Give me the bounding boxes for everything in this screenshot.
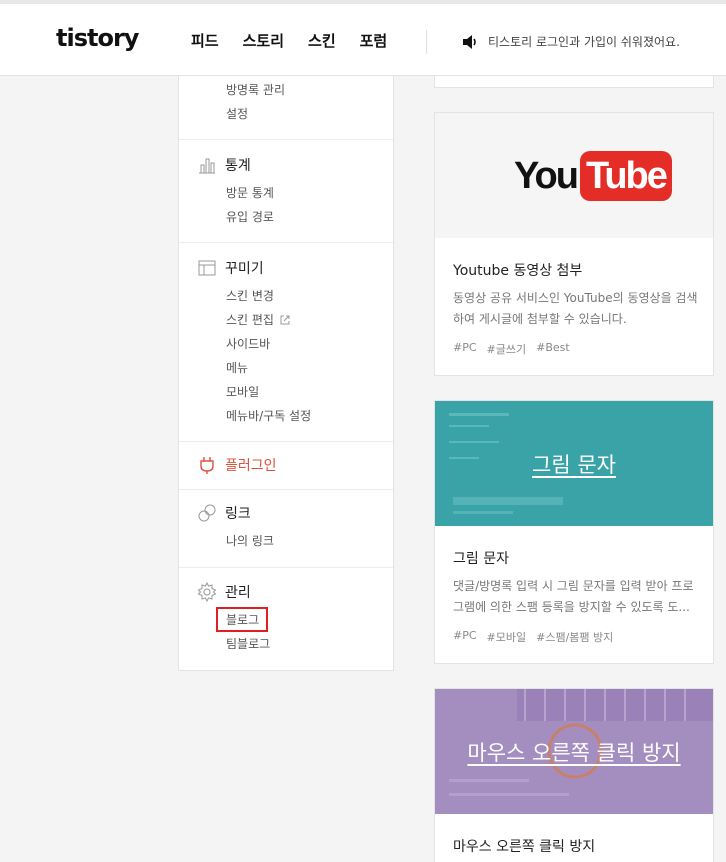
card-description: 댓글/방명록 입력 시 그림 문자를 입력 받아 프로그램에 의한 스팸 등록을…	[453, 579, 694, 614]
card-title: 그림 문자	[453, 551, 509, 567]
sidebar-item-guestbook[interactable]: 방명록 관리	[226, 81, 285, 98]
sidebar-head-decorate[interactable]: 꾸미기	[197, 258, 264, 278]
nav-skin[interactable]: 스킨	[308, 30, 336, 51]
card-title: 마우스 오른쪽 클릭 방지	[453, 839, 596, 855]
sidebar-section-stats: 통계 방문 통계 유입 경로	[179, 140, 393, 243]
selected-item-highlight	[216, 607, 268, 632]
youtube-thumbnail: You Tube	[435, 113, 713, 238]
plugin-card-partial[interactable]	[434, 76, 714, 88]
nav-story[interactable]: 스토리	[243, 30, 284, 51]
sidebar-head-plugin[interactable]: 플러그인	[197, 455, 277, 475]
sidebar-section-top: 방명록 관리 설정	[179, 76, 393, 140]
sidebar-item-mobile[interactable]: 모바일	[226, 383, 259, 400]
external-link-icon	[280, 315, 290, 324]
header-divider	[426, 30, 427, 54]
tag: #PC	[453, 629, 477, 642]
nav-feed[interactable]: 피드	[191, 30, 219, 51]
tistory-logo[interactable]: tistory	[56, 24, 139, 52]
sidebar-item-menu[interactable]: 메뉴	[226, 359, 248, 376]
gear-icon	[197, 582, 217, 602]
link-icon	[198, 504, 216, 522]
plugin-card-youtube[interactable]: You Tube Youtube 동영상 첨부 동영상 공유 서비스인 YouT…	[434, 112, 714, 376]
sidebar-head-link[interactable]: 링크	[197, 503, 251, 523]
card-title: Youtube 동영상 첨부	[453, 263, 583, 279]
sidebar-title-manage: 관리	[225, 585, 251, 601]
skin-edit-label: 스킨 편집	[226, 313, 274, 327]
sidebar-item-sidebar[interactable]: 사이드바	[226, 335, 270, 352]
sidebar-item-team-blog[interactable]: 팀블로그	[226, 635, 270, 652]
top-header: tistory 피드 스토리 스킨 포럼 티스토리 로그인과 가입이 쉬워졌어요…	[0, 0, 726, 76]
tag: #스팸/봄팸 방지	[536, 631, 614, 644]
sidebar-title-link: 링크	[225, 506, 251, 522]
sidebar-item-menubar[interactable]: 메뉴바/구독 설정	[226, 407, 311, 424]
youtube-tube: Tube	[579, 151, 672, 201]
nav-forum[interactable]: 포럼	[360, 30, 388, 51]
youtube-logo: You Tube	[514, 151, 672, 201]
sidebar-section-decorate: 꾸미기 스킨 변경 스킨 편집 사이드바 메뉴 모바일 메뉴바/구독 설정	[179, 243, 393, 442]
sidebar-title-plugin: 플러그인	[225, 458, 277, 474]
rightclick-thumb-text: 마우스 오른쪽 클릭 방지	[467, 740, 681, 765]
sidebar-item-settings[interactable]: 설정	[226, 105, 248, 122]
card-tags: #PC #모바일 #스팸/봄팸 방지	[453, 629, 613, 645]
tag: #모바일	[486, 631, 527, 644]
sidebar-section-manage: 관리 블로그 팀블로그	[179, 568, 393, 670]
sidebar-section-link: 링크 나의 링크	[179, 490, 393, 568]
plugin-card-rightclick[interactable]: 마우스 오른쪽 클릭 방지 마우스 오른쪽 클릭 방지	[434, 688, 714, 862]
sidebar-title-stats: 통계	[225, 158, 251, 174]
tag: #PC	[453, 341, 477, 354]
sidebar-title-decorate: 꾸미기	[225, 261, 264, 277]
main-nav: 피드 스토리 스킨 포럼	[191, 30, 411, 51]
admin-sidebar: 방명록 관리 설정 통계 방문 통계 유입 경로 꾸미기 스킨 변경 스킨 편집	[178, 76, 394, 671]
card-description: 동영상 공유 서비스인 YouTube의 동영상을 검색하여 게시글에 첨부할 …	[453, 291, 698, 326]
card-tags: #PC #글쓰기 #Best	[453, 341, 570, 357]
sidebar-head-stats[interactable]: 통계	[197, 155, 251, 175]
captcha-thumb-text: 그림 문자	[532, 452, 616, 477]
plug-icon	[200, 457, 214, 474]
tag: #글쓰기	[486, 343, 527, 356]
speaker-icon	[463, 34, 476, 49]
sidebar-head-manage[interactable]: 관리	[197, 582, 251, 602]
rightclick-thumbnail: 마우스 오른쪽 클릭 방지	[435, 689, 713, 814]
sidebar-item-referrer[interactable]: 유입 경로	[226, 208, 274, 225]
layout-icon	[198, 260, 216, 276]
sidebar-section-plugin: 플러그인	[179, 442, 393, 490]
notice-text: 티스토리 로그인과 가입이 쉬워졌어요.	[488, 35, 680, 49]
youtube-you: You	[514, 154, 579, 197]
sidebar-item-my-link[interactable]: 나의 링크	[226, 532, 274, 549]
sidebar-item-visit-stats[interactable]: 방문 통계	[226, 184, 274, 201]
plugin-card-captcha[interactable]: 그림 문자 그림 문자 댓글/방명록 입력 시 그림 문자를 입력 받아 프로그…	[434, 400, 714, 664]
sidebar-item-skin-change[interactable]: 스킨 변경	[226, 287, 274, 304]
sidebar-item-skin-edit[interactable]: 스킨 편집	[226, 311, 291, 328]
tag: #Best	[536, 341, 570, 354]
header-notice[interactable]: 티스토리 로그인과 가입이 쉬워졌어요.	[462, 33, 680, 50]
bar-chart-icon	[199, 158, 215, 174]
captcha-thumbnail: 그림 문자	[435, 401, 713, 526]
